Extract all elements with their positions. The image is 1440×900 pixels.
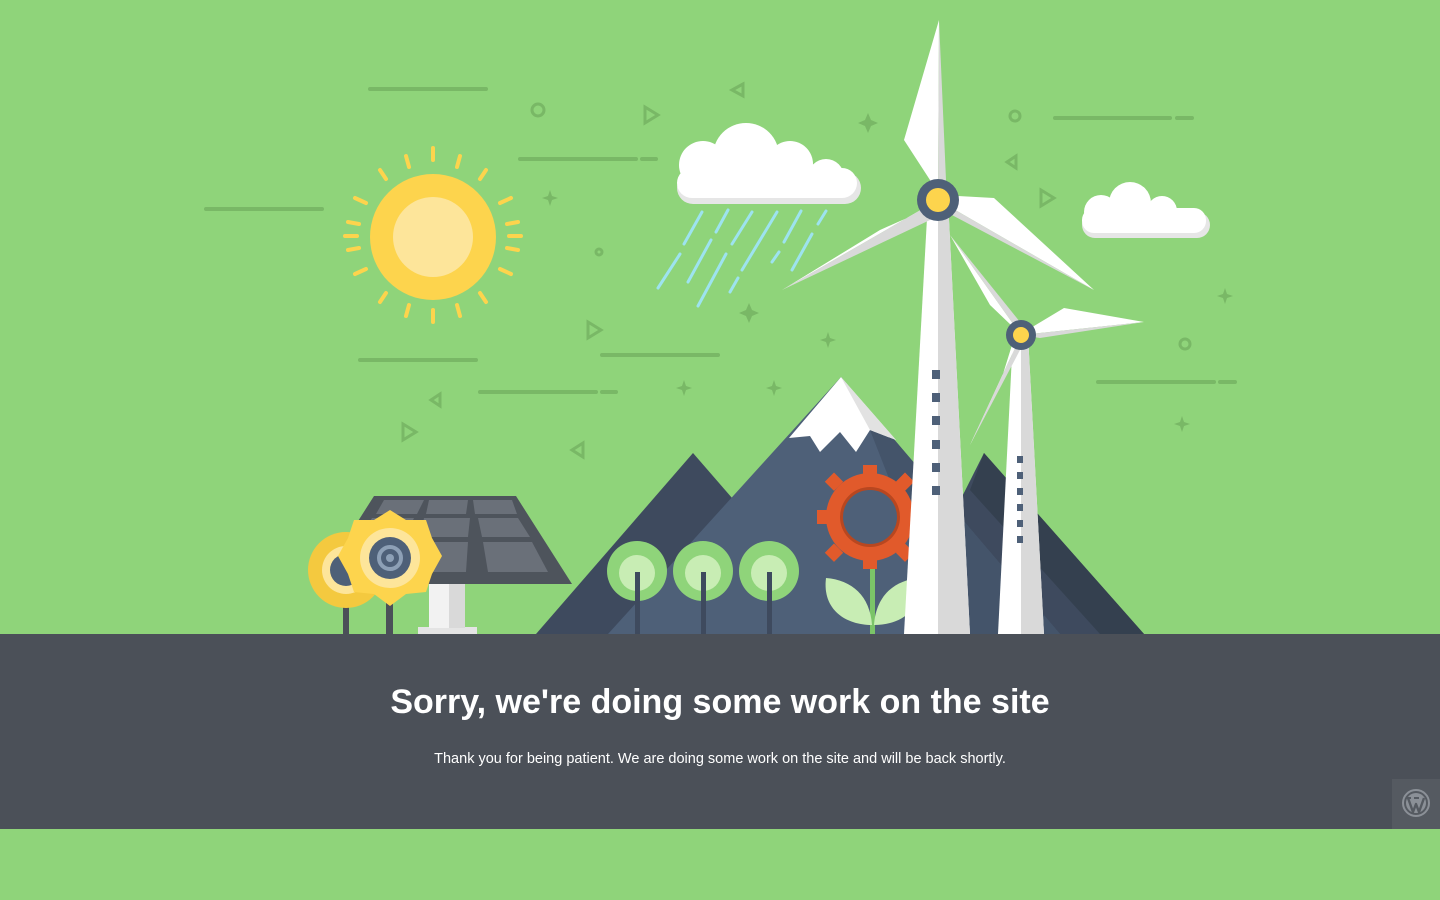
sun-icon: [343, 146, 523, 324]
wordpress-badge-link[interactable]: [1392, 779, 1440, 829]
decorative-lines: [204, 87, 1237, 394]
maintenance-illustration: [204, 20, 1237, 634]
wordpress-logo-icon: [1402, 789, 1430, 817]
page-title: Sorry, we're doing some work on the site: [390, 683, 1050, 721]
sunflower-icons: [308, 510, 442, 634]
tree-icons: [607, 541, 799, 634]
maintenance-message-panel: [0, 634, 1440, 829]
cloud-icon: [1082, 182, 1210, 238]
maintenance-message: Thank you for being patient. We are doin…: [434, 751, 1006, 767]
rain-cloud-icon: [656, 123, 861, 308]
